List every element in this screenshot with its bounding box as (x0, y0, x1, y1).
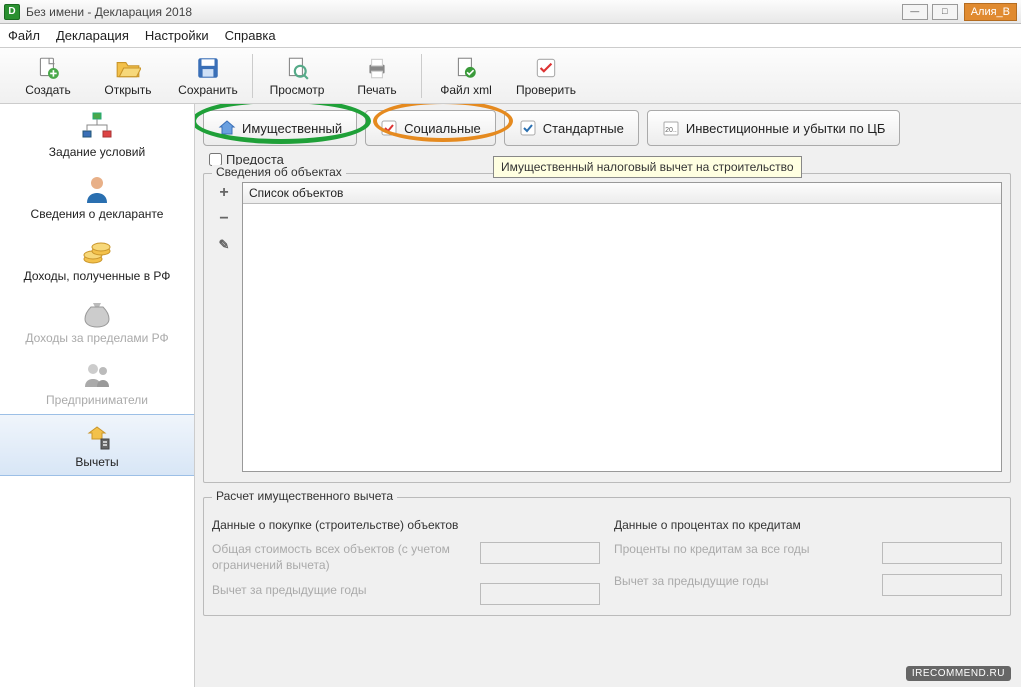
tab-social[interactable]: Социальные (365, 110, 496, 146)
check-icon (533, 55, 559, 81)
sidebar-label: Предприниматели (46, 393, 148, 407)
file-xml-button[interactable]: Файл xml (426, 50, 506, 102)
save-icon (195, 55, 221, 81)
user-badge: Алия_В (964, 3, 1017, 21)
menu-help[interactable]: Справка (225, 28, 276, 43)
money-bag-icon (81, 297, 113, 329)
check-button[interactable]: Проверить (506, 50, 586, 102)
deductions-icon (81, 421, 113, 453)
sidebar-item-income-rf[interactable]: Доходы, полученные в РФ (0, 228, 194, 290)
titlebar: D Без имени - Декларация 2018 — □ Алия_В (0, 0, 1021, 24)
file-xml-label: Файл xml (440, 83, 492, 97)
tab-investment[interactable]: 20.. Инвестиционные и убытки по ЦБ (647, 110, 901, 146)
menu-declaration[interactable]: Декларация (56, 28, 129, 43)
calendar-icon: 20.. (662, 119, 680, 137)
create-label: Создать (25, 83, 71, 97)
preview-button[interactable]: Просмотр (257, 50, 337, 102)
sidebar-item-declarant[interactable]: Сведения о декларанте (0, 166, 194, 228)
tab-label: Стандартные (543, 121, 624, 136)
objects-list-header: Список объектов (243, 183, 1001, 204)
sidebar-label: Вычеты (75, 455, 118, 469)
sidebar-item-conditions[interactable]: Задание условий (0, 104, 194, 166)
tooltip: Имущественный налоговый вычет на строите… (493, 156, 802, 178)
tab-label: Инвестиционные и убытки по ЦБ (686, 121, 886, 136)
house-icon (218, 119, 236, 137)
tab-standard[interactable]: Стандартные (504, 110, 639, 146)
objects-group: Сведения об объектах + − ✎ Список объект… (203, 173, 1011, 483)
tab-label: Социальные (404, 121, 481, 136)
save-label: Сохранить (178, 83, 238, 97)
coins-icon (81, 235, 113, 267)
add-object-button[interactable]: + (215, 184, 233, 202)
open-button[interactable]: Открыть (88, 50, 168, 102)
sidebar-label: Доходы, полученные в РФ (24, 269, 171, 283)
sidebar-label: Сведения о декларанте (31, 207, 164, 221)
open-folder-icon (115, 55, 141, 81)
calc-right-legend: Данные о процентах по кредитам (614, 518, 1002, 532)
sidebar-item-income-abroad: Доходы за пределами РФ (0, 290, 194, 352)
objects-list-body (243, 204, 1001, 471)
check-label: Проверить (516, 83, 576, 97)
toolbar: Создать Открыть Сохранить Просмотр Печат… (0, 48, 1021, 104)
maximize-button[interactable]: □ (932, 4, 958, 20)
print-label: Печать (357, 83, 396, 97)
objects-group-legend: Сведения об объектах (212, 165, 346, 179)
toolbar-separator-2 (421, 54, 422, 98)
save-button[interactable]: Сохранить (168, 50, 248, 102)
menu-settings[interactable]: Настройки (145, 28, 209, 43)
checkbox-blue-icon (519, 119, 537, 137)
interest-label: Проценты по кредитам за все годы (614, 542, 872, 558)
print-button[interactable]: Печать (337, 50, 417, 102)
prev-deduction-field-r (882, 574, 1002, 596)
edit-object-button[interactable]: ✎ (215, 236, 233, 254)
menubar: Файл Декларация Настройки Справка (0, 24, 1021, 48)
interest-field (882, 542, 1002, 564)
calc-group: Расчет имущественного вычета Данные о по… (203, 497, 1011, 616)
tab-row: Имущественный Социальные Стандартные 20.… (203, 110, 1011, 146)
conditions-icon (81, 111, 113, 143)
total-cost-label: Общая стоимость всех объектов (с учетом … (212, 542, 470, 573)
calc-left-legend: Данные о покупке (строительстве) объекто… (212, 518, 600, 532)
create-button[interactable]: Создать (8, 50, 88, 102)
toolbar-separator (252, 54, 253, 98)
menu-file[interactable]: Файл (8, 28, 40, 43)
open-label: Открыть (104, 83, 151, 97)
tab-property[interactable]: Имущественный (203, 110, 357, 146)
prev-deduction-label-r: Вычет за предыдущие годы (614, 574, 872, 590)
preview-label: Просмотр (270, 83, 325, 97)
sidebar-item-deductions[interactable]: Вычеты (0, 414, 194, 476)
app-icon: D (4, 4, 20, 20)
tab-label: Имущественный (242, 121, 342, 136)
window-title: Без имени - Декларация 2018 (26, 5, 192, 19)
calc-group-legend: Расчет имущественного вычета (212, 489, 397, 503)
remove-object-button[interactable]: − (215, 210, 233, 228)
svg-text:20..: 20.. (665, 127, 677, 134)
prev-deduction-label: Вычет за предыдущие годы (212, 583, 470, 599)
total-cost-field (480, 542, 600, 564)
print-icon (364, 55, 390, 81)
watermark: IRECOMMEND.RU (906, 666, 1011, 681)
main-pane: Имущественный Социальные Стандартные 20.… (195, 104, 1021, 687)
sidebar: Задание условий Сведения о декларанте До… (0, 104, 195, 687)
sidebar-item-entrepreneurs: Предприниматели (0, 352, 194, 414)
objects-list[interactable]: Список объектов (242, 182, 1002, 472)
prev-deduction-field (480, 583, 600, 605)
entrepreneurs-icon (81, 359, 113, 391)
declarant-icon (81, 173, 113, 205)
sidebar-label: Задание условий (49, 145, 145, 159)
preview-icon (284, 55, 310, 81)
minimize-button[interactable]: — (902, 4, 928, 20)
sidebar-label: Доходы за пределами РФ (25, 331, 168, 345)
new-file-icon (35, 55, 61, 81)
xml-file-icon (453, 55, 479, 81)
checkbox-red-icon (380, 119, 398, 137)
